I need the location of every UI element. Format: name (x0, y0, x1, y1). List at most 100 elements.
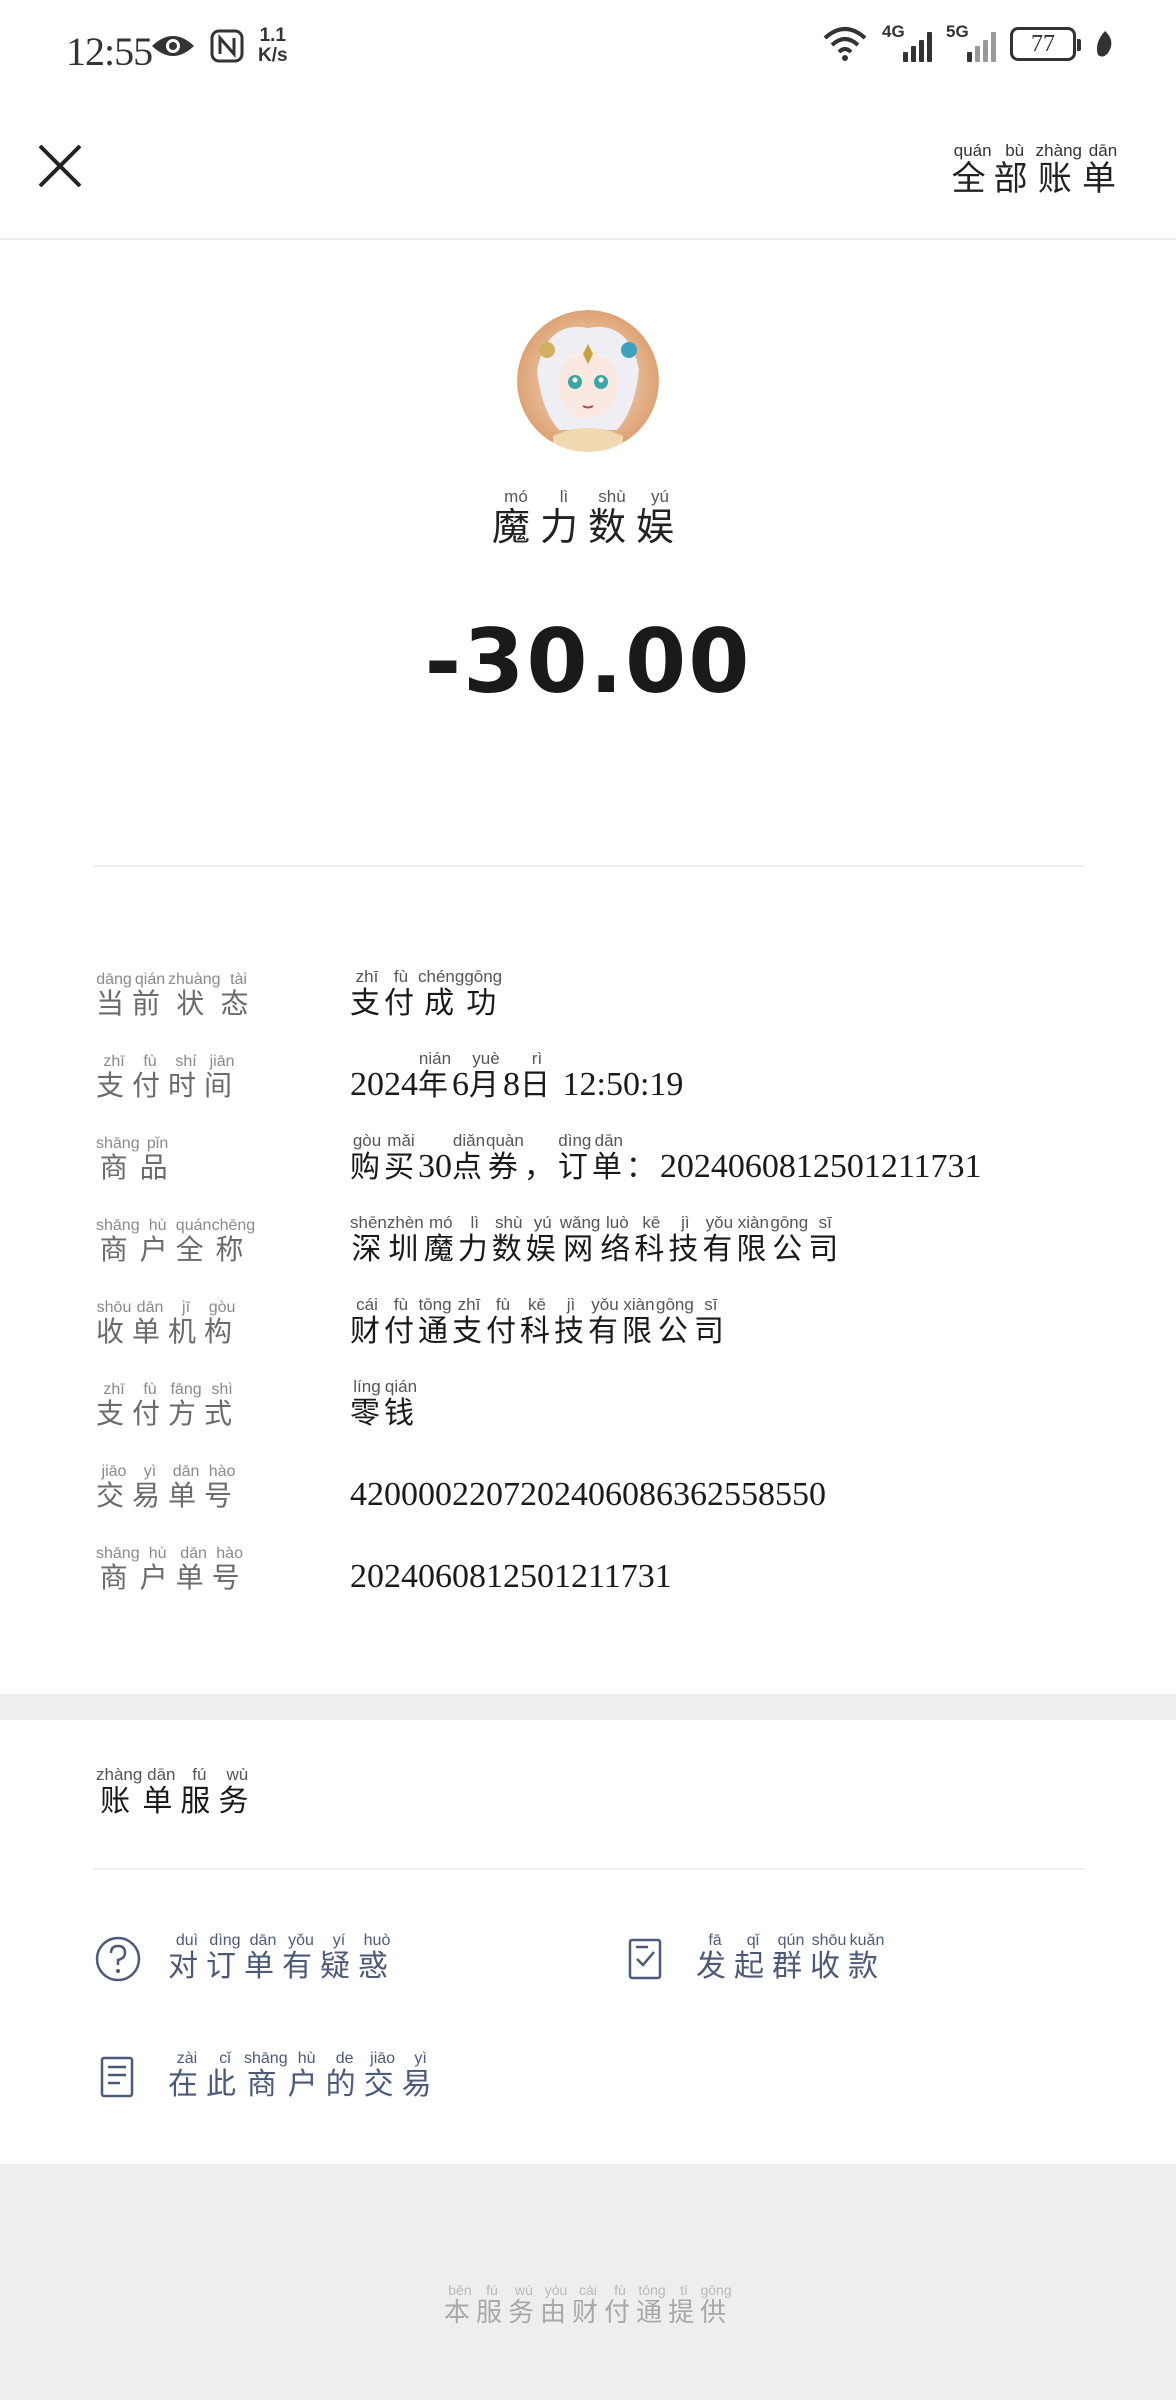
hanzi-char: 全quán (951, 141, 994, 199)
hanzi-char: 年nián (418, 1049, 452, 1103)
detail-label: 当dāng前qián状zhuàng态tài (96, 971, 350, 1022)
hanzi-char: 起qǐ (734, 1932, 772, 1984)
hanzi-char: 商shāng (96, 1135, 140, 1184)
speed-value: 1.1 (259, 25, 286, 46)
detail-value: 2024年nián6月yuè8日rì 12:50:19 (350, 1049, 1096, 1104)
detail-label: 商shāng户hù单dān号hào (96, 1545, 350, 1596)
close-icon[interactable] (30, 136, 90, 196)
hanzi-char: 娱yú (525, 1213, 560, 1267)
detail-value[interactable]: 2024060812501211731 (350, 1558, 1096, 1596)
all-bills-link[interactable]: 全quán部bù账zhàng单dān (951, 141, 1124, 200)
hanzi-char: 券quàn (486, 1131, 524, 1185)
hanzi-char: 品pǐn (139, 1135, 176, 1184)
detail-row-status: 当dāng前qián状zhuàng态tài 支zhī付fù成chéng功gōng (96, 940, 1096, 1022)
detail-value: 财cái付fù通tōng支zhī付fù科kē技jì有yǒu限xiàn公gōng司… (350, 1295, 1096, 1350)
hanzi-char: 供gōng (700, 2282, 733, 2328)
hanzi-char: 账zhàng (1035, 141, 1082, 199)
hanzi-char: 付fù (604, 2282, 637, 2328)
hanzi-char: 的de (325, 2050, 364, 2102)
transaction-amount: -30.00 (424, 610, 752, 713)
merchant-avatar (517, 310, 659, 452)
group-collect-button[interactable]: 发fā起qǐ群qún收shōu款kuǎn (622, 1932, 886, 1985)
leaf-icon (1096, 31, 1112, 57)
hanzi-char: 单dān (591, 1131, 626, 1185)
eye-icon (152, 36, 194, 56)
hanzi-char: 司sī (808, 1213, 843, 1267)
detail-label: 商shāng品pǐn (96, 1135, 350, 1186)
hanzi-char: 单dān (168, 1463, 205, 1512)
hanzi-char: 技jì (554, 1295, 588, 1349)
hanzi-char: 式shì (204, 1381, 241, 1430)
detail-value[interactable]: 4200002207202406086362558550 (350, 1476, 1096, 1514)
hanzi-char: 单dān (132, 1299, 169, 1348)
group-collect-icon (628, 1938, 662, 1980)
hanzi-char: ： (625, 1150, 660, 1185)
footer-provider-text: 本běn服fú务wù由yóu财cái付fù通tōng提tí供gōng (0, 2282, 1176, 2329)
document-icon (100, 2056, 134, 2098)
hanzi-char: 成chéng (418, 967, 465, 1021)
number-text: 12:50:19 (554, 1066, 684, 1103)
hanzi-char: 由yóu (539, 2282, 572, 2328)
hanzi-char: 数shù (491, 1213, 526, 1267)
status-right-icons: 4G 5G 77 (822, 22, 1116, 62)
hanzi-char: 前qián (132, 971, 169, 1020)
hanzi-char: 部bù (993, 141, 1036, 199)
hanzi-char: 疑yí (320, 1932, 358, 1984)
hanzi-char: 付fù (384, 967, 418, 1021)
hanzi-char: 易yì (132, 1463, 169, 1512)
number-text: 8 (503, 1066, 520, 1103)
hanzi-char: 全quán (175, 1217, 212, 1266)
hanzi-char: 商shāng (96, 1545, 140, 1594)
hanzi-char: 数shù (588, 487, 637, 549)
hanzi-char: 有yǒu (282, 1932, 320, 1984)
hanzi-char: 本běn (443, 2282, 476, 2328)
hanzi-char: 支zhī (96, 1053, 133, 1102)
hanzi-char: 单dān (244, 1932, 282, 1984)
status-left-icons: 1.1 K/s (150, 26, 288, 66)
hanzi-char: 付fù (486, 1295, 520, 1349)
number-text: 2024060812501211731 (659, 1148, 982, 1185)
hanzi-char: 圳zhèn (386, 1213, 424, 1267)
battery-level: 77 (1031, 30, 1055, 57)
hanzi-char: 科kē (520, 1295, 554, 1349)
hanzi-char: 网wǎng (559, 1213, 601, 1267)
hanzi-char: 号hào (211, 1545, 248, 1594)
hanzi-char: 务wù (218, 1765, 257, 1819)
hanzi-char: 深shēn (350, 1213, 387, 1267)
hanzi-char: 务wù (507, 2282, 540, 2328)
hanzi-char: 技jì (668, 1213, 703, 1267)
hanzi-char: 支zhī (96, 1381, 133, 1430)
battery-icon: 77 (1010, 27, 1081, 61)
hanzi-char: 服fú (180, 1765, 219, 1819)
service-label: 对duì订dìng单dān有yǒu疑yí惑huò (168, 1932, 396, 1985)
hanzi-char: 方fāng (168, 1381, 205, 1430)
hanzi-char: 购gòu (350, 1131, 384, 1185)
hanzi-char: 魔mó (423, 1213, 458, 1267)
divider (94, 865, 1084, 867)
hanzi-char: 支zhī (452, 1295, 486, 1349)
hanzi-char: 科kē (634, 1213, 669, 1267)
hanzi-char: 订dìng (557, 1131, 592, 1185)
detail-row-merchant-order-no: 商shāng户hù单dān号hào 2024060812501211731 (96, 1514, 1096, 1596)
hanzi-char: 间jiān (204, 1053, 241, 1102)
hanzi-char: 对duì (168, 1932, 206, 1984)
hanzi-char: 当dāng (96, 971, 133, 1020)
hanzi-char: 娱yú (636, 487, 685, 549)
hanzi-char: 构gòu (204, 1299, 241, 1348)
number-text: 4200002207202406086362558550 (350, 1476, 826, 1513)
header-bar: 全quán部bù账zhàng单dān (0, 100, 1176, 240)
hanzi-char: 称chēng (211, 1217, 256, 1266)
detail-label: 收shōu单dān机jī构gòu (96, 1299, 350, 1350)
hanzi-char: 订dìng (206, 1932, 244, 1984)
wifi-icon (823, 27, 867, 61)
hanzi-char: 有yǒu (588, 1295, 622, 1349)
hanzi-char: 付fù (132, 1053, 169, 1102)
hanzi-char: 限xiàn (622, 1295, 656, 1349)
merchant-transactions-button[interactable]: 在zài此cǐ商shāng户hù的de交jiāo易yì (94, 2050, 440, 2103)
nfc-icon (210, 29, 244, 63)
question-circle-icon (95, 1936, 141, 1982)
hanzi-char: 点diǎn (452, 1131, 486, 1185)
hanzi-char: 买mǎi (384, 1131, 418, 1185)
hanzi-char: 魔mó (491, 487, 540, 549)
order-question-button[interactable]: 对duì订dìng单dān有yǒu疑yí惑huò (94, 1932, 396, 1985)
